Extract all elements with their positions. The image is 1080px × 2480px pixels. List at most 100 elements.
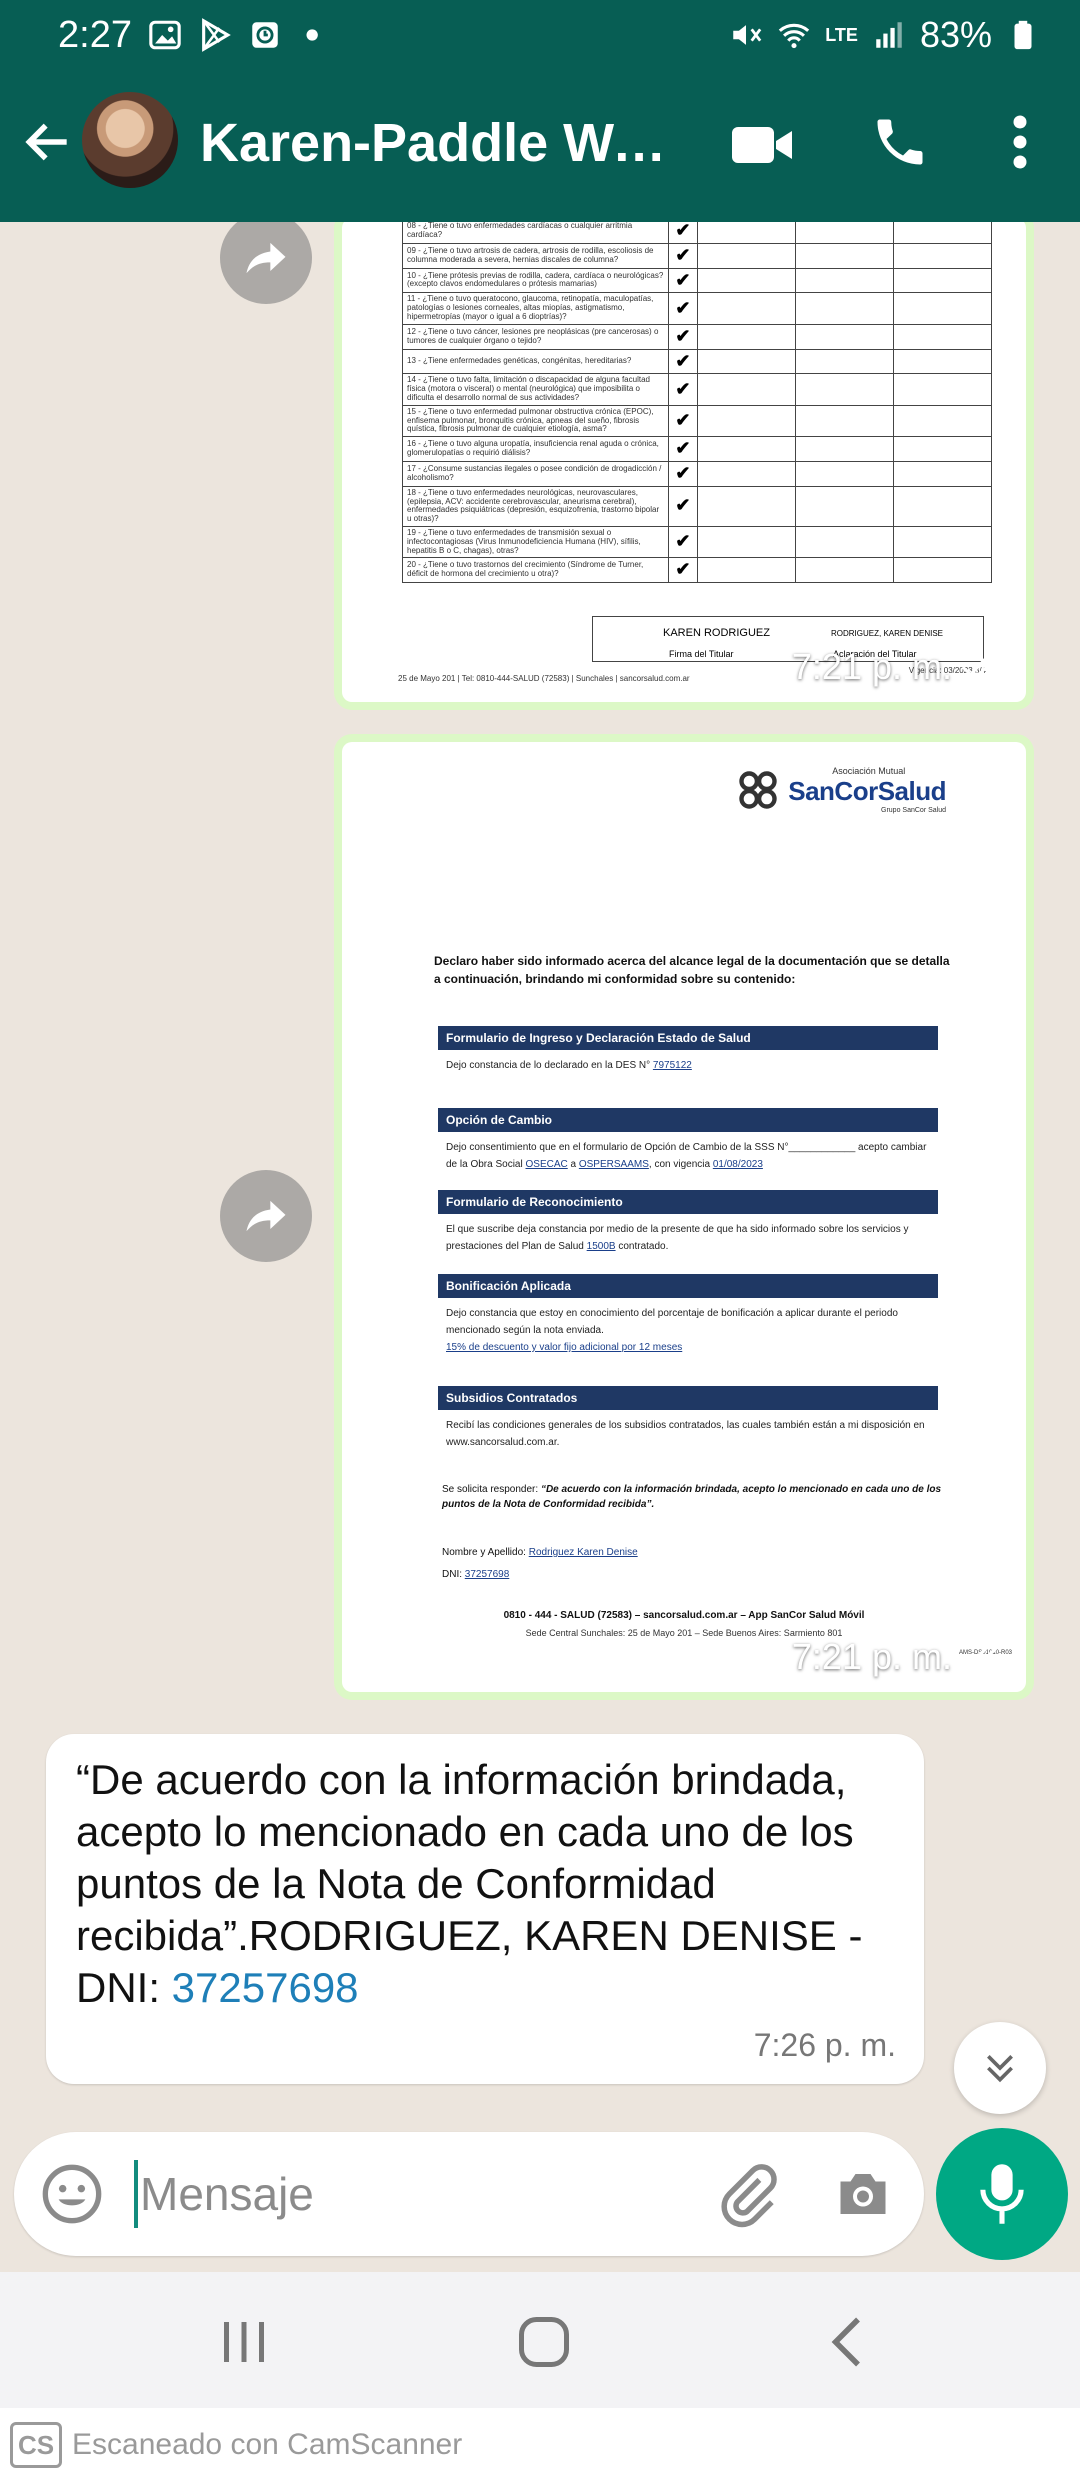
empty-cell	[892, 436, 993, 462]
status-bar: 2:27 LTE 83%	[0, 0, 1080, 72]
double-chevron-down-icon	[987, 2055, 1013, 2083]
empty-cell	[794, 404, 894, 438]
camscanner-logo: CS	[10, 2422, 62, 2468]
check-mark: ✔	[668, 267, 698, 294]
image-message[interactable]: Asociación Mutual SanCorSalud Grupo SanC…	[334, 734, 1034, 1700]
empty-cell	[892, 348, 993, 375]
check-mark: ✔	[668, 436, 698, 462]
message-input[interactable]	[140, 2156, 700, 2232]
empty-cell	[892, 373, 993, 406]
phone-icon[interactable]	[870, 112, 930, 172]
contact-name[interactable]: Karen-Paddle Watc...	[200, 112, 680, 174]
recent-apps-icon[interactable]	[214, 2312, 274, 2372]
status-time: 2:27	[58, 14, 132, 56]
empty-cell	[696, 373, 796, 406]
table-row: 15 - ¿Tiene o tuvo enfermedad pulmonar o…	[401, 404, 993, 438]
question-cell: 09 - ¿Tiene o tuvo artrosis de cadera, a…	[401, 242, 670, 269]
section-subsidios: Subsidios Contratados Recibí las condici…	[438, 1386, 938, 1458]
empty-cell	[696, 404, 796, 438]
double-check-icon	[961, 656, 998, 678]
chat-area[interactable]: 08 - ¿Tiene o tuvo enfermedades cardíaca…	[0, 222, 1080, 2122]
table-row: 13 - ¿Tiene enfermedades genéticas, cong…	[401, 348, 993, 375]
scroll-to-bottom-button[interactable]	[954, 2022, 1046, 2114]
empty-cell	[696, 525, 796, 559]
empty-cell	[892, 267, 993, 294]
empty-cell	[794, 267, 894, 294]
empty-cell	[696, 485, 796, 527]
back-arrow-icon[interactable]	[20, 114, 76, 170]
table-row: 12 - ¿Tiene o tuvo cáncer, lesiones pre …	[401, 323, 993, 350]
forward-icon	[246, 242, 286, 274]
question-cell: 11 - ¿Tiene o tuvo queratocono, glaucoma…	[401, 292, 670, 325]
emoji-icon[interactable]	[40, 2162, 104, 2226]
section-ingreso: Formulario de Ingreso y Declaración Esta…	[438, 1026, 938, 1081]
table-row: 18 - ¿Tiene o tuvo enfermedades neurológ…	[401, 485, 993, 527]
table-row: 19 - ¿Tiene o tuvo enfermedades de trans…	[401, 525, 993, 559]
check-mark: ✔	[668, 222, 698, 244]
battery-percent: 83%	[919, 14, 992, 55]
empty-cell	[696, 436, 796, 462]
sancorsalud-logo: Asociación Mutual SanCorSalud Grupo SanC…	[736, 766, 946, 814]
section-reconocimiento: Formulario de Reconocimiento El que susc…	[438, 1190, 938, 1262]
table-row: 08 - ¿Tiene o tuvo enfermedades cardíaca…	[401, 222, 993, 244]
question-cell: 14 - ¿Tiene o tuvo falta, limitación o d…	[401, 373, 670, 406]
forward-icon	[246, 1200, 286, 1232]
table-row: 11 - ¿Tiene o tuvo queratocono, glaucoma…	[401, 292, 993, 325]
question-cell: 12 - ¿Tiene o tuvo cáncer, lesiones pre …	[401, 323, 670, 350]
empty-cell	[794, 460, 894, 487]
solicit-text: Se solicita responder: “De acuerdo con l…	[442, 1484, 942, 1510]
mute-icon	[733, 25, 762, 45]
empty-cell	[892, 557, 993, 584]
image-message[interactable]: 08 - ¿Tiene o tuvo enfermedades cardíaca…	[334, 222, 1034, 710]
empty-cell	[696, 460, 796, 487]
empty-cell	[794, 323, 894, 350]
video-call-icon[interactable]	[730, 120, 794, 170]
question-cell: 20 - ¿Tiene o tuvo trastornos del crecim…	[401, 557, 670, 584]
voice-message-button[interactable]	[936, 2128, 1068, 2260]
check-mark: ✔	[668, 460, 698, 487]
empty-cell	[794, 485, 894, 527]
section-bonificacion: Bonificación Aplicada Dejo constancia qu…	[438, 1274, 938, 1363]
scan-label: Escaneado con CamScanner	[72, 2428, 463, 2461]
document-page-conformity-note: Asociación Mutual SanCorSalud Grupo SanC…	[342, 742, 1026, 1692]
table-row: 20 - ¿Tiene o tuvo trastornos del crecim…	[401, 557, 993, 584]
wifi-icon	[779, 23, 810, 49]
forward-button[interactable]	[220, 1170, 312, 1262]
empty-cell	[794, 242, 894, 269]
question-cell: 15 - ¿Tiene o tuvo enfermedad pulmonar o…	[401, 404, 670, 438]
double-check-icon	[961, 1646, 998, 1668]
text-message[interactable]: “De acuerdo con la información brindada,…	[46, 1734, 924, 2084]
check-mark: ✔	[668, 404, 698, 438]
question-cell: 18 - ¿Tiene o tuvo enfermedades neurológ…	[401, 485, 670, 527]
camera-icon[interactable]	[832, 2164, 894, 2224]
scan-watermark: CS Escaneado con CamScanner	[0, 2408, 1080, 2480]
forward-button[interactable]	[220, 222, 312, 304]
empty-cell	[794, 525, 894, 559]
check-mark: ✔	[668, 323, 698, 350]
question-cell: 16 - ¿Tiene o tuvo alguna uropatía, insu…	[401, 436, 670, 462]
signature-label: Firma del Titular	[669, 649, 734, 659]
empty-cell	[892, 242, 993, 269]
attach-icon[interactable]	[714, 2162, 780, 2228]
dni-link[interactable]: 37257698	[172, 1964, 359, 2011]
empty-cell	[892, 292, 993, 325]
signer-fields: Nombre y Apellido: Rodriguez Karen Denis…	[442, 1547, 638, 1580]
back-nav-icon[interactable]	[818, 2312, 878, 2372]
avatar[interactable]	[82, 92, 178, 188]
home-icon[interactable]	[514, 2312, 574, 2372]
empty-cell	[794, 557, 894, 584]
more-options-icon[interactable]	[1000, 112, 1040, 172]
empty-cell	[696, 267, 796, 294]
empty-cell	[794, 373, 894, 406]
signal-icon	[876, 22, 902, 48]
clarification-name: RODRIGUEZ, KAREN DENISE	[831, 629, 944, 638]
network-label: LTE	[825, 25, 858, 45]
table-row: 09 - ¿Tiene o tuvo artrosis de cadera, a…	[401, 242, 993, 269]
text-cursor	[134, 2160, 138, 2228]
question-cell: 13 - ¿Tiene enfermedades genéticas, cong…	[401, 348, 670, 375]
document-footer: 25 de Mayo 201 | Tel: 0810-444-SALUD (72…	[398, 674, 690, 683]
table-row: 16 - ¿Tiene o tuvo alguna uropatía, insu…	[401, 436, 993, 462]
empty-cell	[794, 348, 894, 375]
microphone-icon	[980, 2164, 1024, 2224]
message-time: 7:26 p. m.	[753, 2027, 896, 2063]
